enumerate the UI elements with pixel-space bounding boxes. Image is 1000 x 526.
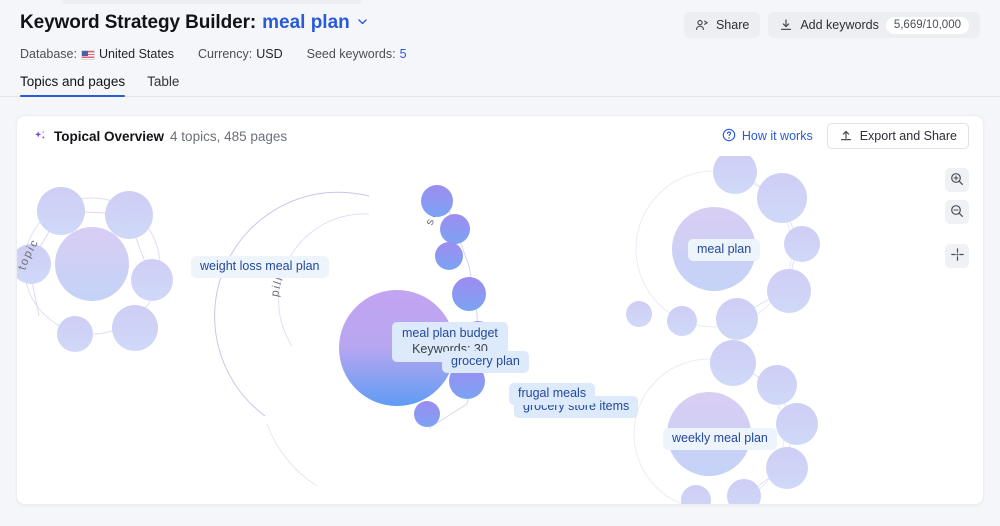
cluster-label-weekly-meal-plan[interactable]: weekly meal plan <box>663 428 777 450</box>
seed-keywords-meta: Seed keywords: 5 <box>307 47 407 61</box>
cluster-label-meal-plan[interactable]: meal plan <box>688 239 761 261</box>
header-actions: Share Add keywords 5,669/10,000 <box>683 12 980 38</box>
zoom-controls <box>945 168 969 268</box>
seed-keywords-label: Seed keywords: <box>306 47 396 61</box>
satellite-bubble[interactable] <box>112 305 158 351</box>
page-header: Keyword Strategy Builder: meal plan Data… <box>0 6 1000 65</box>
keyword-link[interactable]: meal plan <box>262 12 350 34</box>
subtopic-label-frugal-meals[interactable]: frugal meals <box>509 383 596 405</box>
how-it-works-link[interactable]: How it works <box>722 128 813 145</box>
satellite-bubble[interactable] <box>716 298 758 340</box>
currency-label: Currency: <box>198 47 253 61</box>
card-title: Topical Overview <box>54 128 165 144</box>
database-label: Database: <box>20 47 77 61</box>
export-and-share-label: Export and Share <box>859 129 957 143</box>
export-and-share-button[interactable]: Export and Share <box>826 123 969 149</box>
upload-icon <box>839 128 853 145</box>
card-header: Topical Overview 4 topics, 485 pages How… <box>17 116 983 156</box>
share-button[interactable]: Share <box>683 12 761 38</box>
currency-value: USD <box>256 47 283 61</box>
card-subtitle: 4 topics, 485 pages <box>170 128 288 144</box>
fit-to-screen-button[interactable] <box>945 244 969 268</box>
magnifier-plus-icon <box>950 172 964 189</box>
satellite-bubble[interactable] <box>767 269 811 313</box>
database-value: United States <box>98 47 175 61</box>
add-keywords-button[interactable]: Add keywords 5,669/10,000 <box>768 12 980 38</box>
satellite-bubble[interactable] <box>727 479 761 505</box>
chevron-down-icon[interactable] <box>357 16 368 27</box>
satellite-bubble[interactable] <box>37 187 85 235</box>
seed-keywords-value[interactable]: 5 <box>400 47 407 61</box>
subtopic-bubble[interactable] <box>440 214 470 244</box>
satellite-bubble[interactable] <box>131 259 173 301</box>
satellite-bubble[interactable] <box>757 173 807 223</box>
subtopic-bubble[interactable] <box>414 401 440 427</box>
tab-bar: Topics and pages Table <box>0 74 1000 97</box>
tab-topics-and-pages[interactable]: Topics and pages <box>20 74 126 97</box>
cluster-weight-loss-meal-plan[interactable] <box>17 187 173 352</box>
satellite-bubble[interactable] <box>105 191 153 239</box>
satellite-bubble[interactable] <box>766 447 808 489</box>
satellite-bubble[interactable] <box>57 316 93 352</box>
satellite-bubble[interactable] <box>776 403 818 445</box>
satellite-bubble[interactable] <box>784 226 820 262</box>
subtopic-bubble[interactable] <box>452 277 486 311</box>
database-meta: Database: United States <box>20 47 174 61</box>
sparkle-icon <box>33 129 48 144</box>
share-button-label: Share <box>715 18 750 32</box>
cluster-label-weight-loss-meal-plan[interactable]: weight loss meal plan <box>191 256 329 278</box>
zoom-in-button[interactable] <box>945 168 969 192</box>
subtopic-label-grocery-plan[interactable]: grocery plan <box>442 351 529 373</box>
currency-meta: Currency: USD <box>198 47 283 61</box>
tab-table[interactable]: Table <box>147 74 179 97</box>
zoom-out-button[interactable] <box>945 200 969 224</box>
add-keywords-label: Add keywords <box>800 18 879 32</box>
topic-bubble[interactable] <box>55 227 129 301</box>
satellite-bubble[interactable] <box>681 485 711 505</box>
subtopic-bubble[interactable] <box>435 242 463 270</box>
download-icon <box>779 18 793 32</box>
breadcrumb-placeholder <box>62 0 362 4</box>
satellite-bubble[interactable] <box>667 306 697 336</box>
cluster-weekly-meal-plan[interactable] <box>633 340 818 505</box>
topical-graph-canvas[interactable]: topic pillar subs <box>17 156 983 504</box>
pillar-label-text: meal plan budget <box>402 326 498 340</box>
satellite-bubble[interactable] <box>710 340 756 386</box>
us-flag-icon <box>80 50 95 60</box>
satellite-bubble[interactable] <box>626 301 652 327</box>
satellite-bubble[interactable] <box>713 156 757 194</box>
magnifier-minus-icon <box>950 204 964 221</box>
crosshair-icon <box>950 247 965 265</box>
satellite-bubble[interactable] <box>757 365 797 405</box>
add-keywords-count: 5,669/10,000 <box>885 16 969 34</box>
how-it-works-label: How it works <box>741 129 813 143</box>
meta-row: Database: United States Currency: USD Se… <box>20 43 980 65</box>
users-icon <box>695 18 709 32</box>
topical-overview-card: Topical Overview 4 topics, 485 pages How… <box>16 115 984 505</box>
subtopic-bubble[interactable] <box>421 185 453 217</box>
card-header-actions: How it works Export and Share <box>722 123 969 149</box>
page-title: Keyword Strategy Builder: <box>20 12 257 33</box>
question-circle-icon <box>722 128 736 145</box>
